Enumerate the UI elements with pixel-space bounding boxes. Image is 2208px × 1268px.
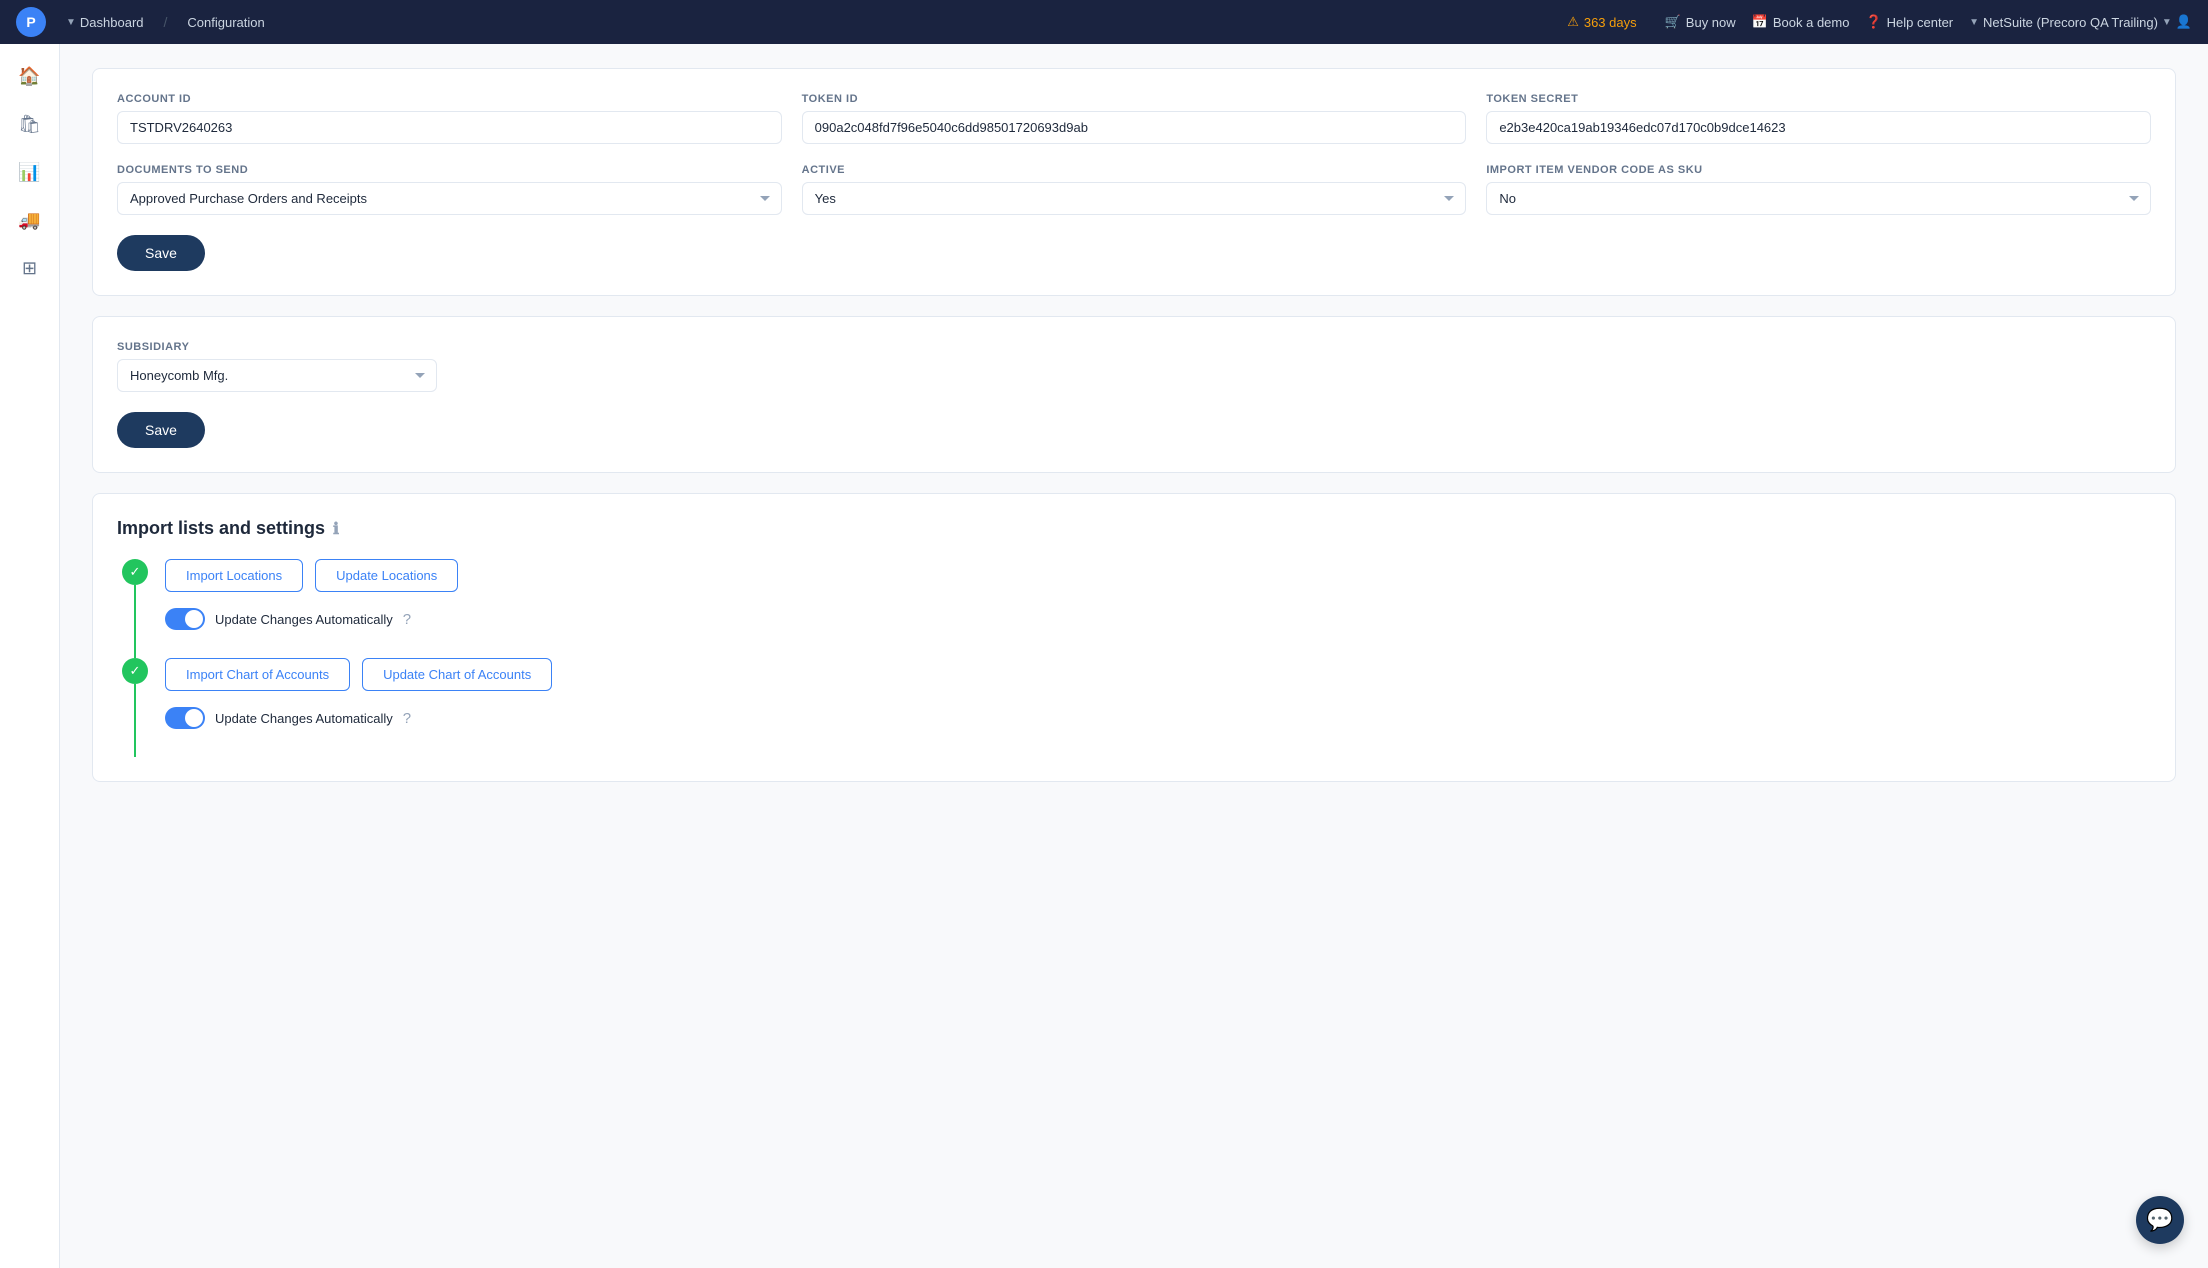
- main-layout: 🏠 🛍 📊 🚚 ⊞ ACCOUNT ID TOKEN ID TOKEN SECR…: [0, 44, 2208, 1268]
- chart-accounts-check-icon: ✓: [122, 658, 148, 684]
- nav-warning[interactable]: ⚠ 363 days: [1567, 14, 1636, 30]
- chart-accounts-toggle-label: Update Changes Automatically: [215, 711, 393, 726]
- update-chart-accounts-button[interactable]: Update Chart of Accounts: [362, 658, 552, 691]
- docs-to-send-select[interactable]: Approved Purchase Orders and Receipts: [117, 182, 782, 215]
- nav-separator: /: [164, 14, 168, 30]
- token-id-group: TOKEN ID: [802, 93, 1467, 144]
- chart-accounts-timeline: ✓: [117, 658, 153, 757]
- subsidiary-save-button[interactable]: Save: [117, 412, 205, 448]
- credentials-row: ACCOUNT ID TOKEN ID TOKEN SECRET: [117, 93, 2151, 144]
- import-chart-accounts-button[interactable]: Import Chart of Accounts: [165, 658, 350, 691]
- sidebar-truck-icon[interactable]: 🚚: [10, 200, 50, 240]
- locations-toggle[interactable]: [165, 608, 205, 630]
- chat-button[interactable]: 💬: [2136, 1196, 2184, 1244]
- sidebar-home-icon[interactable]: 🏠: [10, 56, 50, 96]
- subsidiary-group: SUBSIDIARY Honeycomb Mfg.: [117, 341, 437, 392]
- import-section: Import lists and settings ℹ ✓ Import Loc…: [92, 493, 2176, 782]
- sidebar-shopping-icon[interactable]: 🛍: [10, 104, 50, 144]
- buy-now-btn[interactable]: 🛒 Buy now: [1665, 14, 1736, 30]
- active-group: ACTIVE Yes: [802, 164, 1467, 215]
- locations-toggle-label: Update Changes Automatically: [215, 612, 393, 627]
- docs-row: DOCUMENTS TO SEND Approved Purchase Orde…: [117, 164, 2151, 215]
- import-item-label: IMPORT ITEM VENDOR CODE AS SKU: [1486, 164, 2151, 176]
- docs-to-send-group: DOCUMENTS TO SEND Approved Purchase Orde…: [117, 164, 782, 215]
- import-item-select[interactable]: No: [1486, 182, 2151, 215]
- chart-accounts-toggle-row: Update Changes Automatically ?: [165, 707, 2151, 729]
- nav-user[interactable]: ▼ NetSuite (Precoro QA Trailing) ▼ 👤: [1969, 14, 2192, 30]
- active-label: ACTIVE: [802, 164, 1467, 176]
- token-secret-input[interactable]: [1486, 111, 2151, 144]
- credentials-save-button[interactable]: Save: [117, 235, 205, 271]
- nav-configuration[interactable]: Configuration: [187, 15, 264, 30]
- chart-accounts-buttons: Import Chart of Accounts Update Chart of…: [165, 658, 2151, 691]
- credentials-section: ACCOUNT ID TOKEN ID TOKEN SECRET DOCUMEN…: [92, 68, 2176, 296]
- top-nav: P ▼ Dashboard / Configuration ⚠ 363 days…: [0, 0, 2208, 44]
- sidebar-reports-icon[interactable]: 📊: [10, 152, 50, 192]
- docs-to-send-label: DOCUMENTS TO SEND: [117, 164, 782, 176]
- account-id-group: ACCOUNT ID: [117, 93, 782, 144]
- locations-timeline: ✓: [117, 559, 153, 658]
- sidebar: 🏠 🛍 📊 🚚 ⊞: [0, 44, 60, 1268]
- chart-accounts-toggle[interactable]: [165, 707, 205, 729]
- logo[interactable]: P: [16, 7, 46, 37]
- locations-toggle-row: Update Changes Automatically ?: [165, 608, 2151, 630]
- nav-dashboard[interactable]: ▼ Dashboard: [66, 15, 144, 30]
- import-section-title: Import lists and settings ℹ: [117, 518, 2151, 539]
- chart-accounts-content: Import Chart of Accounts Update Chart of…: [153, 658, 2151, 757]
- locations-timeline-line: [134, 585, 136, 658]
- token-id-label: TOKEN ID: [802, 93, 1467, 105]
- account-id-input[interactable]: [117, 111, 782, 144]
- locations-import-item: ✓ Import Locations Update Locations Upda…: [117, 559, 2151, 658]
- chart-accounts-import-item: ✓ Import Chart of Accounts Update Chart …: [117, 658, 2151, 757]
- chart-accounts-timeline-line: [134, 684, 136, 757]
- nav-actions: 🛒 Buy now 📅 Book a demo ❓ Help center ▼ …: [1665, 14, 2192, 30]
- sidebar-layers-icon[interactable]: ⊞: [10, 248, 50, 288]
- main-content: ACCOUNT ID TOKEN ID TOKEN SECRET DOCUMEN…: [60, 44, 2208, 1268]
- locations-check-icon: ✓: [122, 559, 148, 585]
- import-locations-button[interactable]: Import Locations: [165, 559, 303, 592]
- locations-buttons: Import Locations Update Locations: [165, 559, 2151, 592]
- active-select[interactable]: Yes: [802, 182, 1467, 215]
- chat-icon: 💬: [2146, 1207, 2173, 1233]
- import-info-icon: ℹ: [333, 519, 339, 539]
- token-secret-group: TOKEN SECRET: [1486, 93, 2151, 144]
- locations-help-icon[interactable]: ?: [403, 611, 411, 628]
- token-secret-label: TOKEN SECRET: [1486, 93, 2151, 105]
- update-locations-button[interactable]: Update Locations: [315, 559, 458, 592]
- help-center-btn[interactable]: ❓ Help center: [1865, 14, 1953, 30]
- book-demo-btn[interactable]: 📅 Book a demo: [1752, 14, 1850, 30]
- import-item-group: IMPORT ITEM VENDOR CODE AS SKU No: [1486, 164, 2151, 215]
- account-id-label: ACCOUNT ID: [117, 93, 782, 105]
- subsidiary-section: SUBSIDIARY Honeycomb Mfg. Save: [92, 316, 2176, 473]
- chart-accounts-help-icon[interactable]: ?: [403, 710, 411, 727]
- subsidiary-select[interactable]: Honeycomb Mfg.: [117, 359, 437, 392]
- subsidiary-label: SUBSIDIARY: [117, 341, 437, 353]
- token-id-input[interactable]: [802, 111, 1467, 144]
- locations-content: Import Locations Update Locations Update…: [153, 559, 2151, 658]
